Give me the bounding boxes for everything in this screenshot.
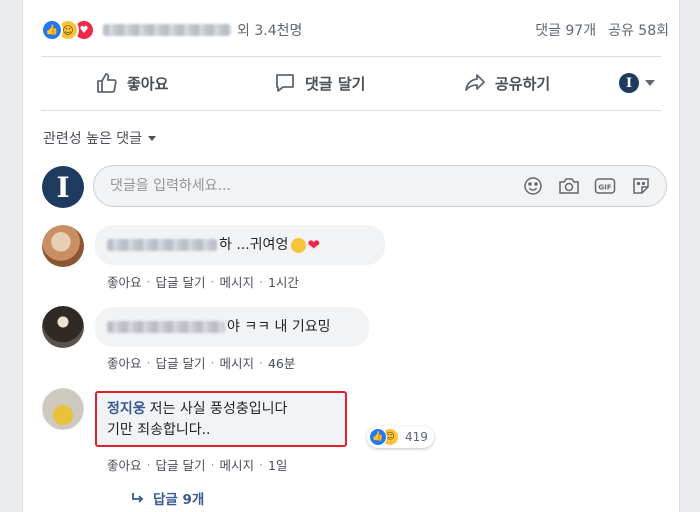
current-user-avatar: I [42, 166, 84, 208]
comment-bubble: 야 ㅋㅋ 내 기요밍 [95, 307, 369, 347]
like-reaction-icon: 👍 [369, 428, 387, 446]
emoji-icon[interactable] [522, 175, 544, 197]
separator: · [210, 355, 215, 370]
separator: · [210, 457, 215, 472]
separator: · [146, 274, 151, 289]
comment-message-link[interactable]: 메시지 [219, 272, 254, 291]
comment-actions: 좋아요 · 답글 달기 · 메시지 · 46분 [107, 353, 295, 372]
like-reaction-icon: 👍 [41, 19, 63, 41]
commenter-avatar[interactable] [42, 306, 84, 348]
comment-reply-link[interactable]: 답글 달기 [156, 353, 206, 372]
comment-timestamp[interactable]: 1일 [268, 455, 287, 474]
share-label: 공유하기 [495, 74, 551, 93]
comment-label: 댓글 달기 [305, 74, 366, 93]
highlighted-comment-bubble: 정지웅 저는 사실 풍성충입니다 기만 죄송합니다.. [95, 391, 347, 447]
separator: · [258, 457, 263, 472]
comment-button[interactable]: 댓글 달기 [273, 71, 365, 95]
comment-bubble: 하 ...귀여엉 ❤ [95, 225, 385, 265]
svg-text:GIF: GIF [598, 184, 611, 192]
comment-actions: 좋아요 · 답글 달기 · 메시지 · 1일 [107, 455, 287, 474]
comment-reply-link[interactable]: 답글 달기 [156, 272, 206, 291]
reactors-count[interactable]: 외 3.4천명 [237, 20, 302, 40]
comment-sort-dropdown[interactable]: 관련성 높은 댓글 [43, 128, 157, 148]
separator: · [146, 355, 151, 370]
chevron-down-icon [645, 80, 655, 86]
comment-reply-link[interactable]: 답글 달기 [156, 455, 206, 474]
share-arrow-icon [465, 74, 485, 91]
comment-message-link[interactable]: 메시지 [219, 455, 254, 474]
divider [41, 56, 661, 57]
comment-count[interactable]: 댓글 97개 [535, 20, 596, 40]
view-replies-link[interactable]: 답글 9개 [131, 488, 204, 508]
comment-message-link[interactable]: 메시지 [219, 353, 254, 372]
separator: · [210, 274, 215, 289]
gif-icon[interactable]: GIF [594, 175, 616, 197]
thumbs-up-icon [97, 73, 117, 93]
comment-like-link[interactable]: 좋아요 [107, 353, 142, 372]
post-action-bar: 좋아요 댓글 달기 공유하기 I [41, 58, 661, 108]
blurred-comment-author[interactable] [107, 239, 217, 251]
like-label: 좋아요 [127, 74, 169, 93]
reply-arrow-icon [132, 493, 144, 503]
blurred-reactor-names [103, 24, 231, 36]
reaction-count: 419 [405, 430, 428, 444]
blurred-comment-author[interactable] [107, 321, 225, 333]
comment-text: 하 ...귀여엉 [219, 237, 289, 253]
post-as-selector[interactable]: I [619, 73, 655, 93]
comment-reaction-count[interactable]: 👍 ☺ 419 [367, 426, 434, 448]
comment-author[interactable]: 정지웅 [107, 401, 146, 417]
comment-text: 저는 사실 풍성충입니다 [149, 401, 288, 417]
divider [41, 110, 661, 111]
comment-line-2: 기만 죄송합니다.. [107, 422, 211, 438]
chevron-down-icon [148, 135, 157, 141]
sticker-icon[interactable] [630, 175, 652, 197]
replies-label: 답글 9개 [153, 492, 205, 508]
share-button[interactable]: 공유하기 [463, 71, 550, 95]
camera-icon[interactable] [558, 175, 580, 197]
reactions-summary[interactable]: 👍 ☺ ♥ 외 3.4천명 댓글 97개 공유 58회 [41, 18, 669, 42]
post-card: 👍 ☺ ♥ 외 3.4천명 댓글 97개 공유 58회 좋아요 댓글 달기 공유… [22, 0, 680, 512]
heart-icon: ❤ [307, 236, 320, 254]
sort-label: 관련성 높은 댓글 [43, 131, 143, 147]
user-avatar: I [619, 73, 639, 93]
comment-like-link[interactable]: 좋아요 [107, 272, 142, 291]
comment-timestamp[interactable]: 1시간 [268, 272, 299, 291]
comment-like-link[interactable]: 좋아요 [107, 455, 142, 474]
comment-timestamp[interactable]: 46분 [268, 353, 295, 372]
comment-composer: GIF [93, 165, 667, 207]
commenter-avatar[interactable] [42, 225, 84, 267]
comment-input[interactable] [108, 177, 522, 195]
like-button[interactable]: 좋아요 [95, 71, 168, 95]
share-count[interactable]: 공유 58회 [608, 20, 669, 40]
separator: · [258, 355, 263, 370]
separator: · [258, 274, 263, 289]
comment-text: 야 ㅋㅋ 내 기요밍 [227, 319, 331, 335]
comment-actions: 좋아요 · 답글 달기 · 메시지 · 1시간 [107, 272, 299, 291]
speech-bubble-icon [276, 74, 294, 92]
commenter-avatar[interactable] [42, 388, 84, 430]
comment-line-1: 정지웅 저는 사실 풍성충입니다 [107, 399, 335, 420]
separator: · [146, 457, 151, 472]
crying-face-icon [291, 237, 307, 253]
